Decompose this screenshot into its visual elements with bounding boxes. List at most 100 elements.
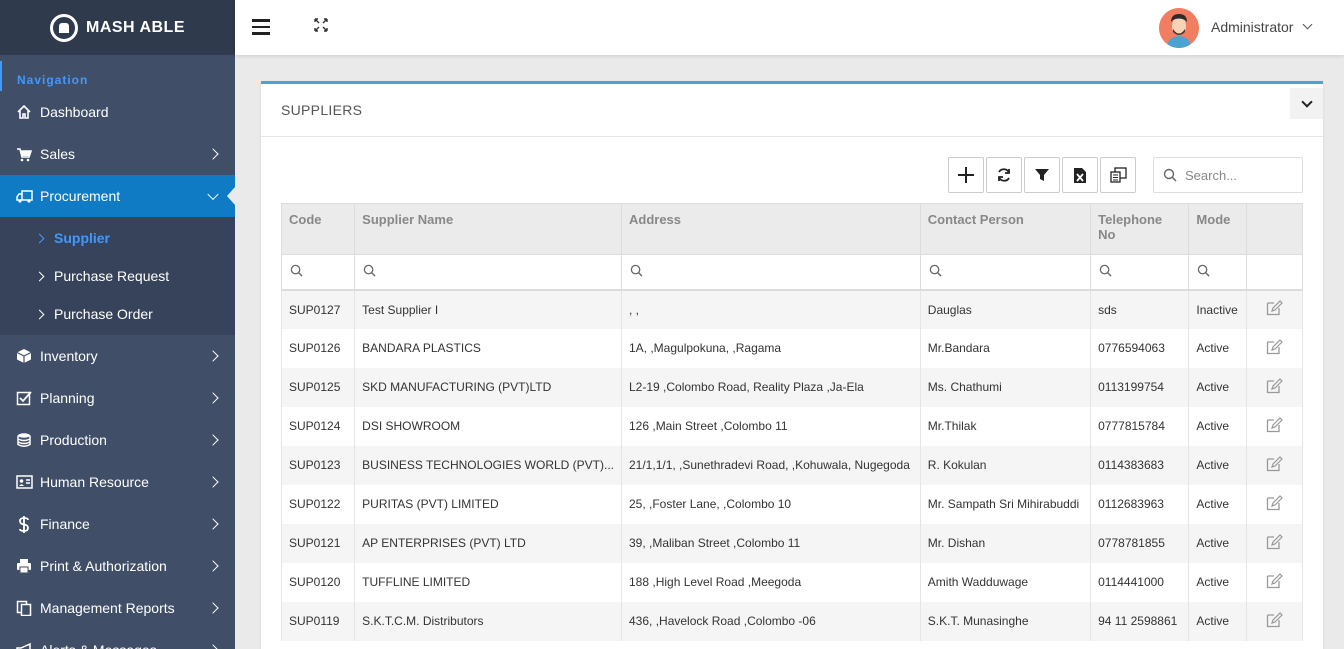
cell-address: 126 ,Main Street ,Colombo 11 bbox=[621, 406, 921, 446]
column-header[interactable]: Code bbox=[280, 203, 356, 255]
logo-icon bbox=[49, 13, 78, 42]
box-icon bbox=[15, 347, 33, 365]
table-row[interactable]: SUP0119 S.K.T.C.M. Distributors 436, ,Have… bbox=[280, 601, 1304, 641]
filter-button[interactable] bbox=[1024, 157, 1060, 193]
chevron-right-icon bbox=[207, 188, 219, 201]
sidebar-item-procurement[interactable]: Procurement bbox=[0, 175, 235, 217]
search-input[interactable] bbox=[1185, 167, 1295, 183]
megaphone-icon bbox=[15, 641, 33, 649]
edit-cell bbox=[1245, 406, 1304, 446]
add-button[interactable] bbox=[948, 157, 984, 193]
sidebar-subitem-label: Purchase Order bbox=[54, 306, 153, 322]
edit-icon[interactable] bbox=[1266, 611, 1283, 631]
column-filter-cell[interactable] bbox=[354, 254, 622, 291]
avatar[interactable] bbox=[1159, 8, 1199, 48]
sidebar-item-sales[interactable]: Sales bbox=[0, 133, 235, 175]
sidebar-subitem-purchase-order[interactable]: Purchase Order bbox=[0, 295, 235, 333]
cell-code: SUP0127 bbox=[280, 289, 356, 329]
nav-list: Dashboard Sales Procurement Supplier Purchas… bbox=[0, 91, 235, 649]
menu-toggle-icon[interactable] bbox=[252, 19, 270, 35]
home-icon bbox=[15, 103, 33, 121]
column-chooser-button[interactable] bbox=[1100, 157, 1136, 193]
column-filter-cell[interactable] bbox=[280, 254, 356, 291]
chevron-right-icon bbox=[34, 233, 45, 243]
table-row[interactable]: SUP0122 PURITAS (PVT) LIMITED 25, ,Foster … bbox=[280, 484, 1304, 524]
cell-name: DSI SHOWROOM bbox=[354, 406, 622, 446]
cell-code: SUP0126 bbox=[280, 328, 356, 368]
collapse-card-button[interactable] bbox=[1290, 88, 1323, 119]
column-filter-cell[interactable] bbox=[919, 254, 1092, 291]
column-header[interactable]: Address bbox=[621, 203, 921, 255]
edit-icon[interactable] bbox=[1266, 338, 1283, 358]
fullscreen-icon[interactable] bbox=[313, 17, 329, 38]
table-row[interactable]: SUP0123 BUSINESS TECHNOLOGIES WORLD (PVT)… bbox=[280, 445, 1304, 485]
cell-phone: 0778781855 bbox=[1090, 523, 1190, 563]
nav-section-label: Navigation bbox=[0, 61, 235, 91]
sidebar-item-management-reports[interactable]: Management Reports bbox=[0, 587, 235, 629]
column-header[interactable]: Telephone No bbox=[1090, 203, 1190, 255]
columns-icon bbox=[1109, 167, 1127, 183]
edit-icon[interactable] bbox=[1266, 416, 1283, 436]
search-icon bbox=[1197, 264, 1210, 280]
sidebar-subitem-supplier[interactable]: Supplier bbox=[0, 219, 235, 257]
table-row[interactable]: SUP0120 TUFFLINE LIMITED 188 ,High Level R… bbox=[280, 562, 1304, 602]
column-header[interactable]: Supplier Name bbox=[354, 203, 622, 255]
column-filter-cell[interactable] bbox=[621, 254, 921, 291]
cell-name: S.K.T.C.M. Distributors bbox=[354, 601, 622, 641]
edit-icon[interactable] bbox=[1266, 494, 1283, 514]
column-filter-cell[interactable] bbox=[1188, 254, 1247, 291]
sidebar-item-print-authorization[interactable]: Print & Authorization bbox=[0, 545, 235, 587]
sidebar-subitem-purchase-request[interactable]: Purchase Request bbox=[0, 257, 235, 295]
edit-icon[interactable] bbox=[1266, 300, 1283, 319]
sidebar-item-planning[interactable]: Planning bbox=[0, 377, 235, 419]
column-filter-cell[interactable] bbox=[1090, 254, 1190, 291]
sidebar-item-alerts-messages[interactable]: Alerts & Messages bbox=[0, 629, 235, 649]
chevron-right-icon bbox=[34, 271, 45, 281]
table-row[interactable]: SUP0125 SKD MANUFACTURING (PVT)LTD L2-19 ,… bbox=[280, 367, 1304, 407]
chevron-right-icon bbox=[207, 350, 219, 362]
sidebar-item-inventory[interactable]: Inventory bbox=[0, 335, 235, 377]
id-card-icon bbox=[15, 473, 33, 491]
export-excel-button[interactable] bbox=[1062, 157, 1098, 193]
edit-cell bbox=[1245, 523, 1304, 563]
table-row[interactable]: SUP0124 DSI SHOWROOM 126 ,Main Street ,Col… bbox=[280, 406, 1304, 446]
brand-name: MASH ABLE bbox=[85, 18, 185, 36]
sidebar-item-label: Management Reports bbox=[40, 600, 175, 616]
sidebar-item-human-resource[interactable]: Human Resource bbox=[0, 461, 235, 503]
page-title: SUPPLIERS bbox=[281, 102, 363, 118]
table-row[interactable]: SUP0126 BANDARA PLASTICS 1A, ,Magulpokuna,… bbox=[280, 328, 1304, 368]
cell-contact: R. Kokulan bbox=[919, 445, 1092, 485]
column-filter-cell bbox=[1245, 254, 1304, 291]
sidebar-item-dashboard[interactable]: Dashboard bbox=[0, 91, 235, 133]
cell-address: 21/1,1/1, ,Sunethradevi Road, ,Kohuwala,… bbox=[621, 445, 921, 485]
sidebar-item-production[interactable]: Production bbox=[0, 419, 235, 461]
edit-icon[interactable] bbox=[1266, 377, 1283, 397]
table-row[interactable]: SUP0127 Test Supplier I, , Dauglas sds Inact… bbox=[280, 289, 1304, 329]
column-header[interactable] bbox=[1245, 203, 1304, 255]
sidebar-item-label: Production bbox=[40, 432, 107, 448]
edit-icon[interactable] bbox=[1266, 572, 1283, 592]
user-name[interactable]: Administrator bbox=[1211, 19, 1293, 35]
search-icon bbox=[1163, 168, 1177, 182]
refresh-icon bbox=[998, 168, 1010, 182]
cell-mode: Active bbox=[1188, 445, 1247, 485]
chevron-right-icon bbox=[207, 560, 219, 572]
table-body: SUP0127 Test Supplier I, , Dauglas sds Inact… bbox=[280, 289, 1304, 641]
cell-phone: sds bbox=[1090, 289, 1190, 329]
refresh-button[interactable] bbox=[986, 157, 1022, 193]
column-header[interactable]: Contact Person bbox=[919, 203, 1092, 255]
column-header[interactable]: Mode bbox=[1188, 203, 1247, 255]
cell-address: 25, ,Foster Lane, ,Colombo 10 bbox=[621, 484, 921, 524]
sidebar-item-finance[interactable]: Finance bbox=[0, 503, 235, 545]
procurement-submenu: Supplier Purchase Request Purchase Order bbox=[0, 217, 235, 335]
edit-cell bbox=[1245, 601, 1304, 641]
cell-code: SUP0121 bbox=[280, 523, 356, 563]
chevron-down-icon[interactable] bbox=[1302, 19, 1313, 30]
edit-icon[interactable] bbox=[1266, 455, 1283, 475]
cell-code: SUP0119 bbox=[280, 601, 356, 641]
cell-name: Test Supplier I bbox=[354, 289, 622, 329]
edit-cell bbox=[1245, 562, 1304, 602]
edit-icon[interactable] bbox=[1266, 533, 1283, 553]
table-row[interactable]: SUP0121 AP ENTERPRISES (PVT) LTD 39, ,Mali… bbox=[280, 523, 1304, 563]
brand-logo[interactable]: MASH ABLE bbox=[0, 0, 235, 55]
